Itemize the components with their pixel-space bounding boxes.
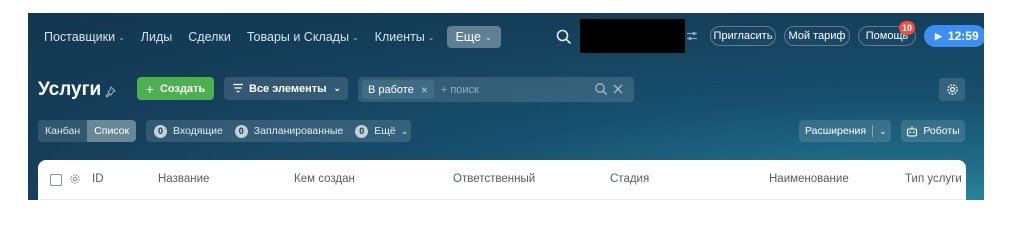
counter-label: Запланированные <box>253 125 344 137</box>
chevron-down-icon: ⌄ <box>118 32 125 42</box>
all-elements-button[interactable]: Все элементы ⌄ <box>224 77 348 100</box>
play-icon: ▶ <box>935 30 942 41</box>
extensions-button[interactable]: Расширения ⌄ <box>799 120 891 142</box>
create-label: Создать <box>159 82 206 95</box>
time-label: 12:59 <box>947 29 979 43</box>
view-switcher: Канбан Список <box>38 120 137 142</box>
my-tariff-button[interactable]: Мой тариф <box>784 26 850 46</box>
chevron-down-icon: ⌄ <box>427 32 435 42</box>
view-list[interactable]: Список <box>87 120 137 142</box>
column-header-id[interactable]: ID <box>92 173 104 185</box>
nav-item-label: Клиенты <box>374 30 425 44</box>
robot-icon <box>907 126 918 137</box>
sliders-icon[interactable] <box>685 29 699 43</box>
nav-item-leads[interactable]: Лиды <box>133 30 180 44</box>
time-tracker-button[interactable]: ▶ 12:59 <box>924 25 984 47</box>
invite-label: Пригласить <box>713 30 773 42</box>
counter-planned[interactable]: 0 Запланированные <box>234 124 344 138</box>
column-header-stage[interactable]: Стадия <box>610 173 649 185</box>
robots-button[interactable]: Роботы <box>901 120 965 142</box>
clear-icon[interactable] <box>611 82 625 96</box>
nav-item-label: Товары и Склады <box>246 30 349 44</box>
select-all-checkbox[interactable] <box>50 174 62 186</box>
counter-badge: 0 <box>234 124 248 138</box>
create-button[interactable]: + Создать <box>137 77 214 100</box>
app-window: Поставщики ⌄ Лиды Сделки Товары и Склады… <box>28 13 984 200</box>
page-title: Услуги <box>38 79 102 100</box>
nav-more-label: Еще <box>455 30 481 44</box>
robots-label: Роботы <box>923 125 960 137</box>
counter-badge: 0 <box>154 124 167 138</box>
close-icon[interactable]: × <box>421 83 428 97</box>
nav-item-clients[interactable]: Клиенты ⌄ <box>367 30 443 44</box>
counters-panel: 0 Входящие 0 Запланированные 0 Ещё ⌄ <box>146 120 411 142</box>
counter-more[interactable]: 0 Ещё ⌄ <box>355 124 409 138</box>
nav-item-label: Лиды <box>140 30 173 44</box>
counter-label: Входящие <box>173 125 223 137</box>
extensions-label: Расширения <box>805 125 867 137</box>
nav-more-button[interactable]: Еще ⌄ <box>446 26 501 48</box>
counter-label: Ещё <box>374 125 396 137</box>
column-header-name[interactable]: Название <box>158 173 209 185</box>
nav-item-suppliers[interactable]: Поставщики ⌄ <box>36 30 133 44</box>
settings-button[interactable] <box>939 78 965 101</box>
filter-chip[interactable]: В работе × <box>362 80 434 99</box>
gear-icon[interactable] <box>69 173 81 185</box>
all-elements-label: Все элементы <box>249 82 327 95</box>
pin-icon[interactable] <box>104 86 116 98</box>
chevron-down-icon: ⌄ <box>400 125 409 136</box>
redacted-area <box>580 19 685 53</box>
view-kanban[interactable]: Канбан <box>38 120 88 142</box>
table-header: ID Название Кем создан Ответственный Ста… <box>38 160 966 200</box>
divider <box>872 125 874 137</box>
chevron-down-icon: ⌄ <box>333 83 342 93</box>
nav-item-label: Поставщики <box>44 30 116 44</box>
column-header-created-by[interactable]: Кем создан <box>294 173 355 185</box>
column-header-title[interactable]: Наименование <box>769 173 849 185</box>
plus-icon: + <box>145 80 154 97</box>
notification-badge: 10 <box>899 21 915 35</box>
counter-badge: 0 <box>355 124 369 138</box>
filter-search-field[interactable]: В работе × + поиск <box>358 77 634 102</box>
nav-item-label: Сделки <box>188 30 231 44</box>
nav-item-products[interactable]: Товары и Склады ⌄ <box>239 30 367 44</box>
search-icon[interactable] <box>594 82 608 96</box>
chevron-down-icon: ⌄ <box>351 32 359 42</box>
nav-item-deals[interactable]: Сделки <box>180 30 239 44</box>
filter-chip-label: В работе <box>368 83 414 96</box>
column-header-service-type[interactable]: Тип услуги <box>905 173 962 185</box>
filter-icon <box>233 83 243 93</box>
invite-button[interactable]: Пригласить <box>710 26 776 46</box>
counter-incoming[interactable]: 0 Входящие <box>154 124 223 138</box>
chevron-down-icon: ⌄ <box>484 32 492 42</box>
chevron-down-icon[interactable]: ⌄ <box>879 126 887 137</box>
search-icon[interactable] <box>555 28 573 46</box>
gear-icon <box>946 84 958 95</box>
my-tariff-label: Мой тариф <box>788 30 846 42</box>
column-header-responsible[interactable]: Ответственный <box>453 173 535 185</box>
